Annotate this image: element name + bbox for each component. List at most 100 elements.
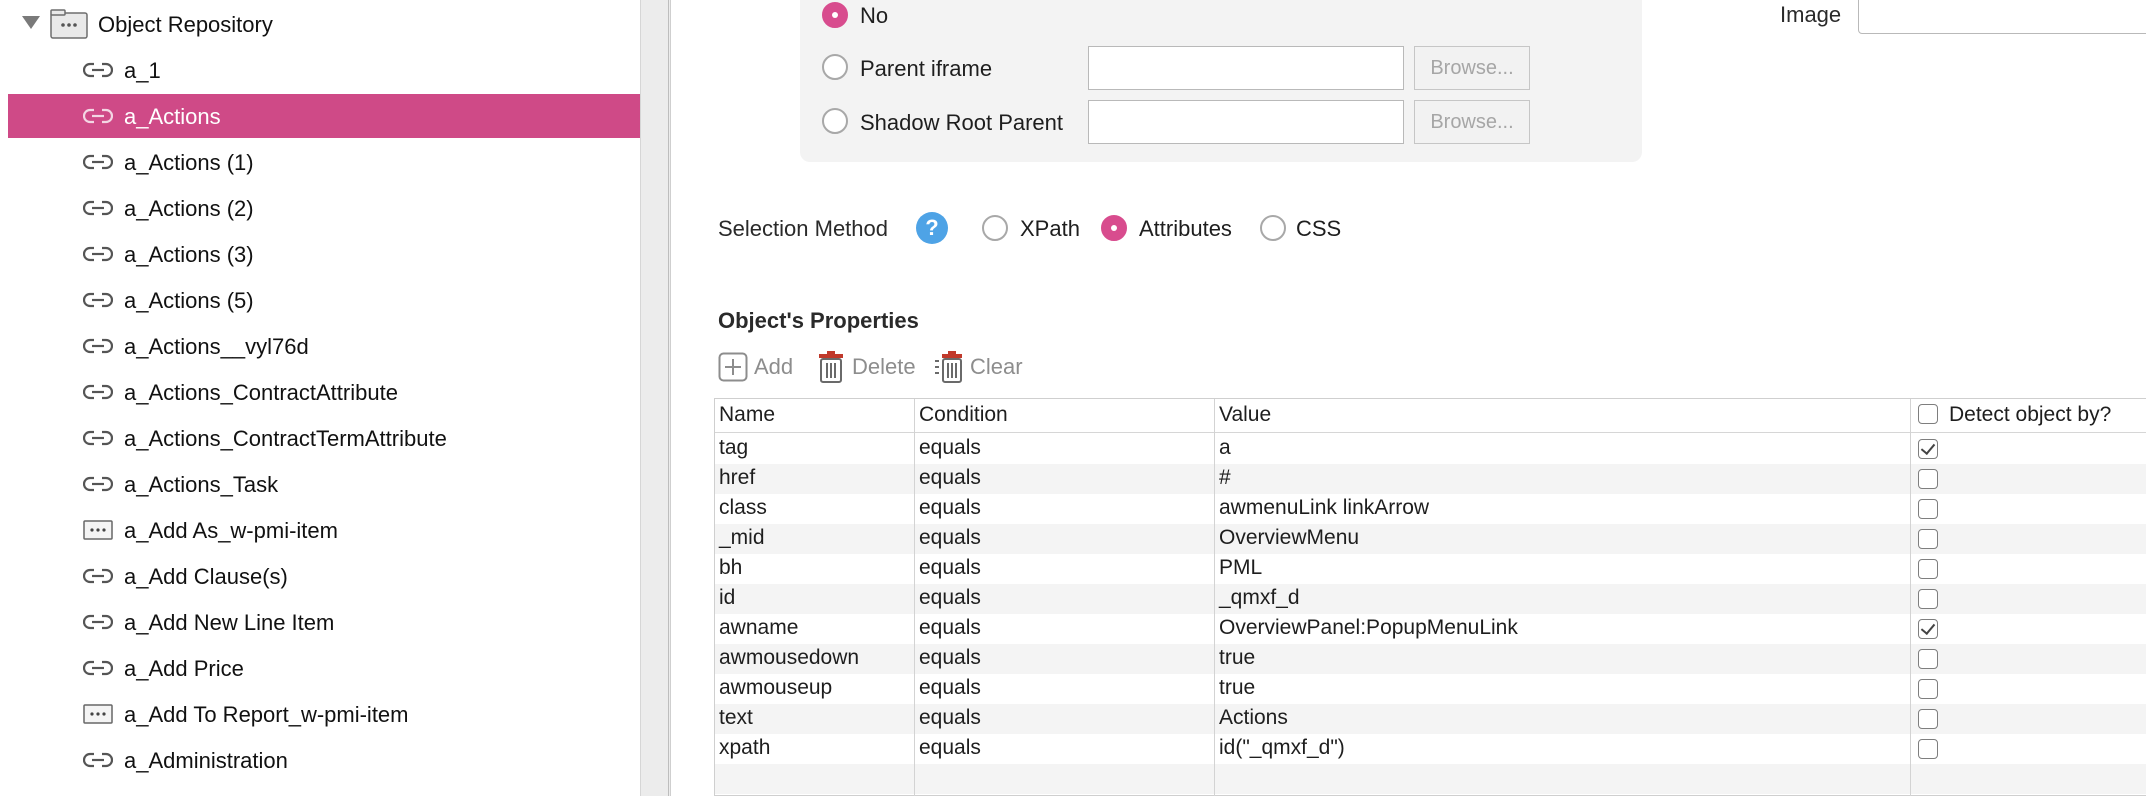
table-row[interactable]: _mid equals OverviewMenu: [715, 524, 2146, 554]
tree-item[interactable]: a_Add As_w-pmi-item: [8, 508, 640, 552]
detect-checkbox[interactable]: [1918, 589, 1938, 609]
cell-condition[interactable]: equals: [919, 496, 981, 520]
detect-checkbox[interactable]: [1918, 529, 1938, 549]
cell-value[interactable]: true: [1219, 676, 1255, 700]
link-icon: [82, 336, 114, 356]
tree-item[interactable]: a_1: [8, 48, 640, 92]
cell-name[interactable]: awmouseup: [719, 676, 832, 700]
attributes-radio[interactable]: [1101, 215, 1127, 241]
delete-button[interactable]: Delete: [816, 350, 916, 384]
element-box-icon: [83, 704, 113, 724]
tree-item[interactable]: a_Add To Report_w-pmi-item: [8, 692, 640, 736]
clear-button[interactable]: Clear: [934, 350, 1023, 384]
tree-item[interactable]: a_Actions (1): [8, 140, 640, 184]
cell-value[interactable]: OverviewMenu: [1219, 526, 1359, 550]
tree-item[interactable]: a_Actions_ContractTermAttribute: [8, 416, 640, 460]
parent-iframe-input[interactable]: [1088, 46, 1404, 90]
table-row[interactable]: awname equals OverviewPanel:PopupMenuLink: [715, 614, 2146, 644]
tree-item[interactable]: a_Add New Line Item: [8, 600, 640, 644]
tree-item[interactable]: a_Add Price: [8, 646, 640, 690]
tree-item[interactable]: a_Add Clause(s): [8, 554, 640, 598]
cell-value[interactable]: id("_qmxf_d"): [1219, 736, 1345, 760]
selection-method-label: Selection Method: [718, 216, 888, 241]
no-radio[interactable]: [822, 2, 848, 28]
detect-checkbox[interactable]: [1918, 439, 1938, 459]
header-name[interactable]: Name: [719, 403, 775, 427]
cell-name[interactable]: awmousedown: [719, 646, 859, 670]
cell-name[interactable]: href: [719, 466, 755, 490]
cell-name[interactable]: awname: [719, 616, 798, 640]
detect-checkbox[interactable]: [1918, 739, 1938, 759]
header-value[interactable]: Value: [1219, 403, 1271, 427]
parent-iframe-browse-button[interactable]: Browse...: [1414, 46, 1530, 90]
tree-item-label: a_Actions (1): [124, 150, 254, 175]
cell-value[interactable]: OverviewPanel:PopupMenuLink: [1219, 616, 1518, 640]
table-row[interactable]: class equals awmenuLink linkArrow: [715, 494, 2146, 524]
cell-name[interactable]: bh: [719, 556, 742, 580]
tree-item[interactable]: a_Actions (5): [8, 278, 640, 322]
cell-value[interactable]: true: [1219, 646, 1255, 670]
detect-all-checkbox[interactable]: [1918, 404, 1938, 424]
header-detect[interactable]: Detect object by?: [1949, 403, 2111, 427]
detect-checkbox[interactable]: [1918, 649, 1938, 669]
cell-value[interactable]: #: [1219, 466, 1231, 490]
table-row[interactable]: bh equals PML: [715, 554, 2146, 584]
detect-checkbox[interactable]: [1918, 679, 1938, 699]
cell-name[interactable]: text: [719, 706, 753, 730]
tree-item[interactable]: a_Actions_Task: [8, 462, 640, 506]
cell-value[interactable]: PML: [1219, 556, 1262, 580]
cell-name[interactable]: tag: [719, 436, 748, 460]
cell-condition[interactable]: equals: [919, 676, 981, 700]
cell-name[interactable]: xpath: [719, 736, 770, 760]
cell-value[interactable]: _qmxf_d: [1219, 586, 1300, 610]
table-row[interactable]: id equals _qmxf_d: [715, 584, 2146, 614]
shadow-root-radio[interactable]: [822, 108, 848, 134]
cell-value[interactable]: a: [1219, 436, 1231, 460]
cell-value[interactable]: awmenuLink linkArrow: [1219, 496, 1429, 520]
shadow-root-browse-button[interactable]: Browse...: [1414, 100, 1530, 144]
table-row[interactable]: href equals #: [715, 464, 2146, 494]
cell-condition[interactable]: equals: [919, 526, 981, 550]
tree-item[interactable]: a_Actions__vyl76d: [8, 324, 640, 368]
detect-checkbox[interactable]: [1918, 709, 1938, 729]
cell-condition[interactable]: equals: [919, 706, 981, 730]
table-row[interactable]: tag equals a: [715, 434, 2146, 464]
css-radio[interactable]: [1260, 215, 1286, 241]
cell-condition[interactable]: equals: [919, 736, 981, 760]
add-button[interactable]: Add: [718, 350, 793, 384]
link-icon: [82, 750, 114, 770]
table-row[interactable]: awmousedown equals true: [715, 644, 2146, 674]
cell-condition[interactable]: equals: [919, 466, 981, 490]
cell-condition[interactable]: equals: [919, 586, 981, 610]
table-row-empty[interactable]: [715, 764, 2146, 794]
panel-splitter[interactable]: [641, 0, 671, 796]
cell-name[interactable]: class: [719, 496, 767, 520]
detect-checkbox[interactable]: [1918, 619, 1938, 639]
image-input[interactable]: [1858, 0, 2146, 34]
cell-name[interactable]: id: [719, 586, 735, 610]
cell-name[interactable]: _mid: [719, 526, 765, 550]
shadow-root-input[interactable]: [1088, 100, 1404, 144]
cell-value[interactable]: Actions: [1219, 706, 1288, 730]
detect-checkbox[interactable]: [1918, 499, 1938, 519]
table-row[interactable]: text equals Actions: [715, 704, 2146, 734]
tree-item[interactable]: a_Actions: [8, 94, 640, 138]
table-row[interactable]: awmouseup equals true: [715, 674, 2146, 704]
header-condition[interactable]: Condition: [919, 403, 1008, 427]
cell-condition[interactable]: equals: [919, 616, 981, 640]
tree-root-node[interactable]: Object Repository: [0, 0, 640, 48]
tree-item[interactable]: a_Actions_ContractAttribute: [8, 370, 640, 414]
tree-item[interactable]: a_Actions (3): [8, 232, 640, 276]
detect-checkbox[interactable]: [1918, 559, 1938, 579]
cell-condition[interactable]: equals: [919, 556, 981, 580]
cell-condition[interactable]: equals: [919, 436, 981, 460]
collapse-arrow-icon[interactable]: [22, 16, 40, 29]
table-row[interactable]: xpath equals id("_qmxf_d"): [715, 734, 2146, 764]
help-icon[interactable]: ?: [916, 212, 948, 244]
xpath-radio[interactable]: [982, 215, 1008, 241]
detect-checkbox[interactable]: [1918, 469, 1938, 489]
parent-iframe-radio[interactable]: [822, 54, 848, 80]
tree-item[interactable]: a_Administration: [8, 738, 640, 782]
cell-condition[interactable]: equals: [919, 646, 981, 670]
tree-item[interactable]: a_Actions (2): [8, 186, 640, 230]
